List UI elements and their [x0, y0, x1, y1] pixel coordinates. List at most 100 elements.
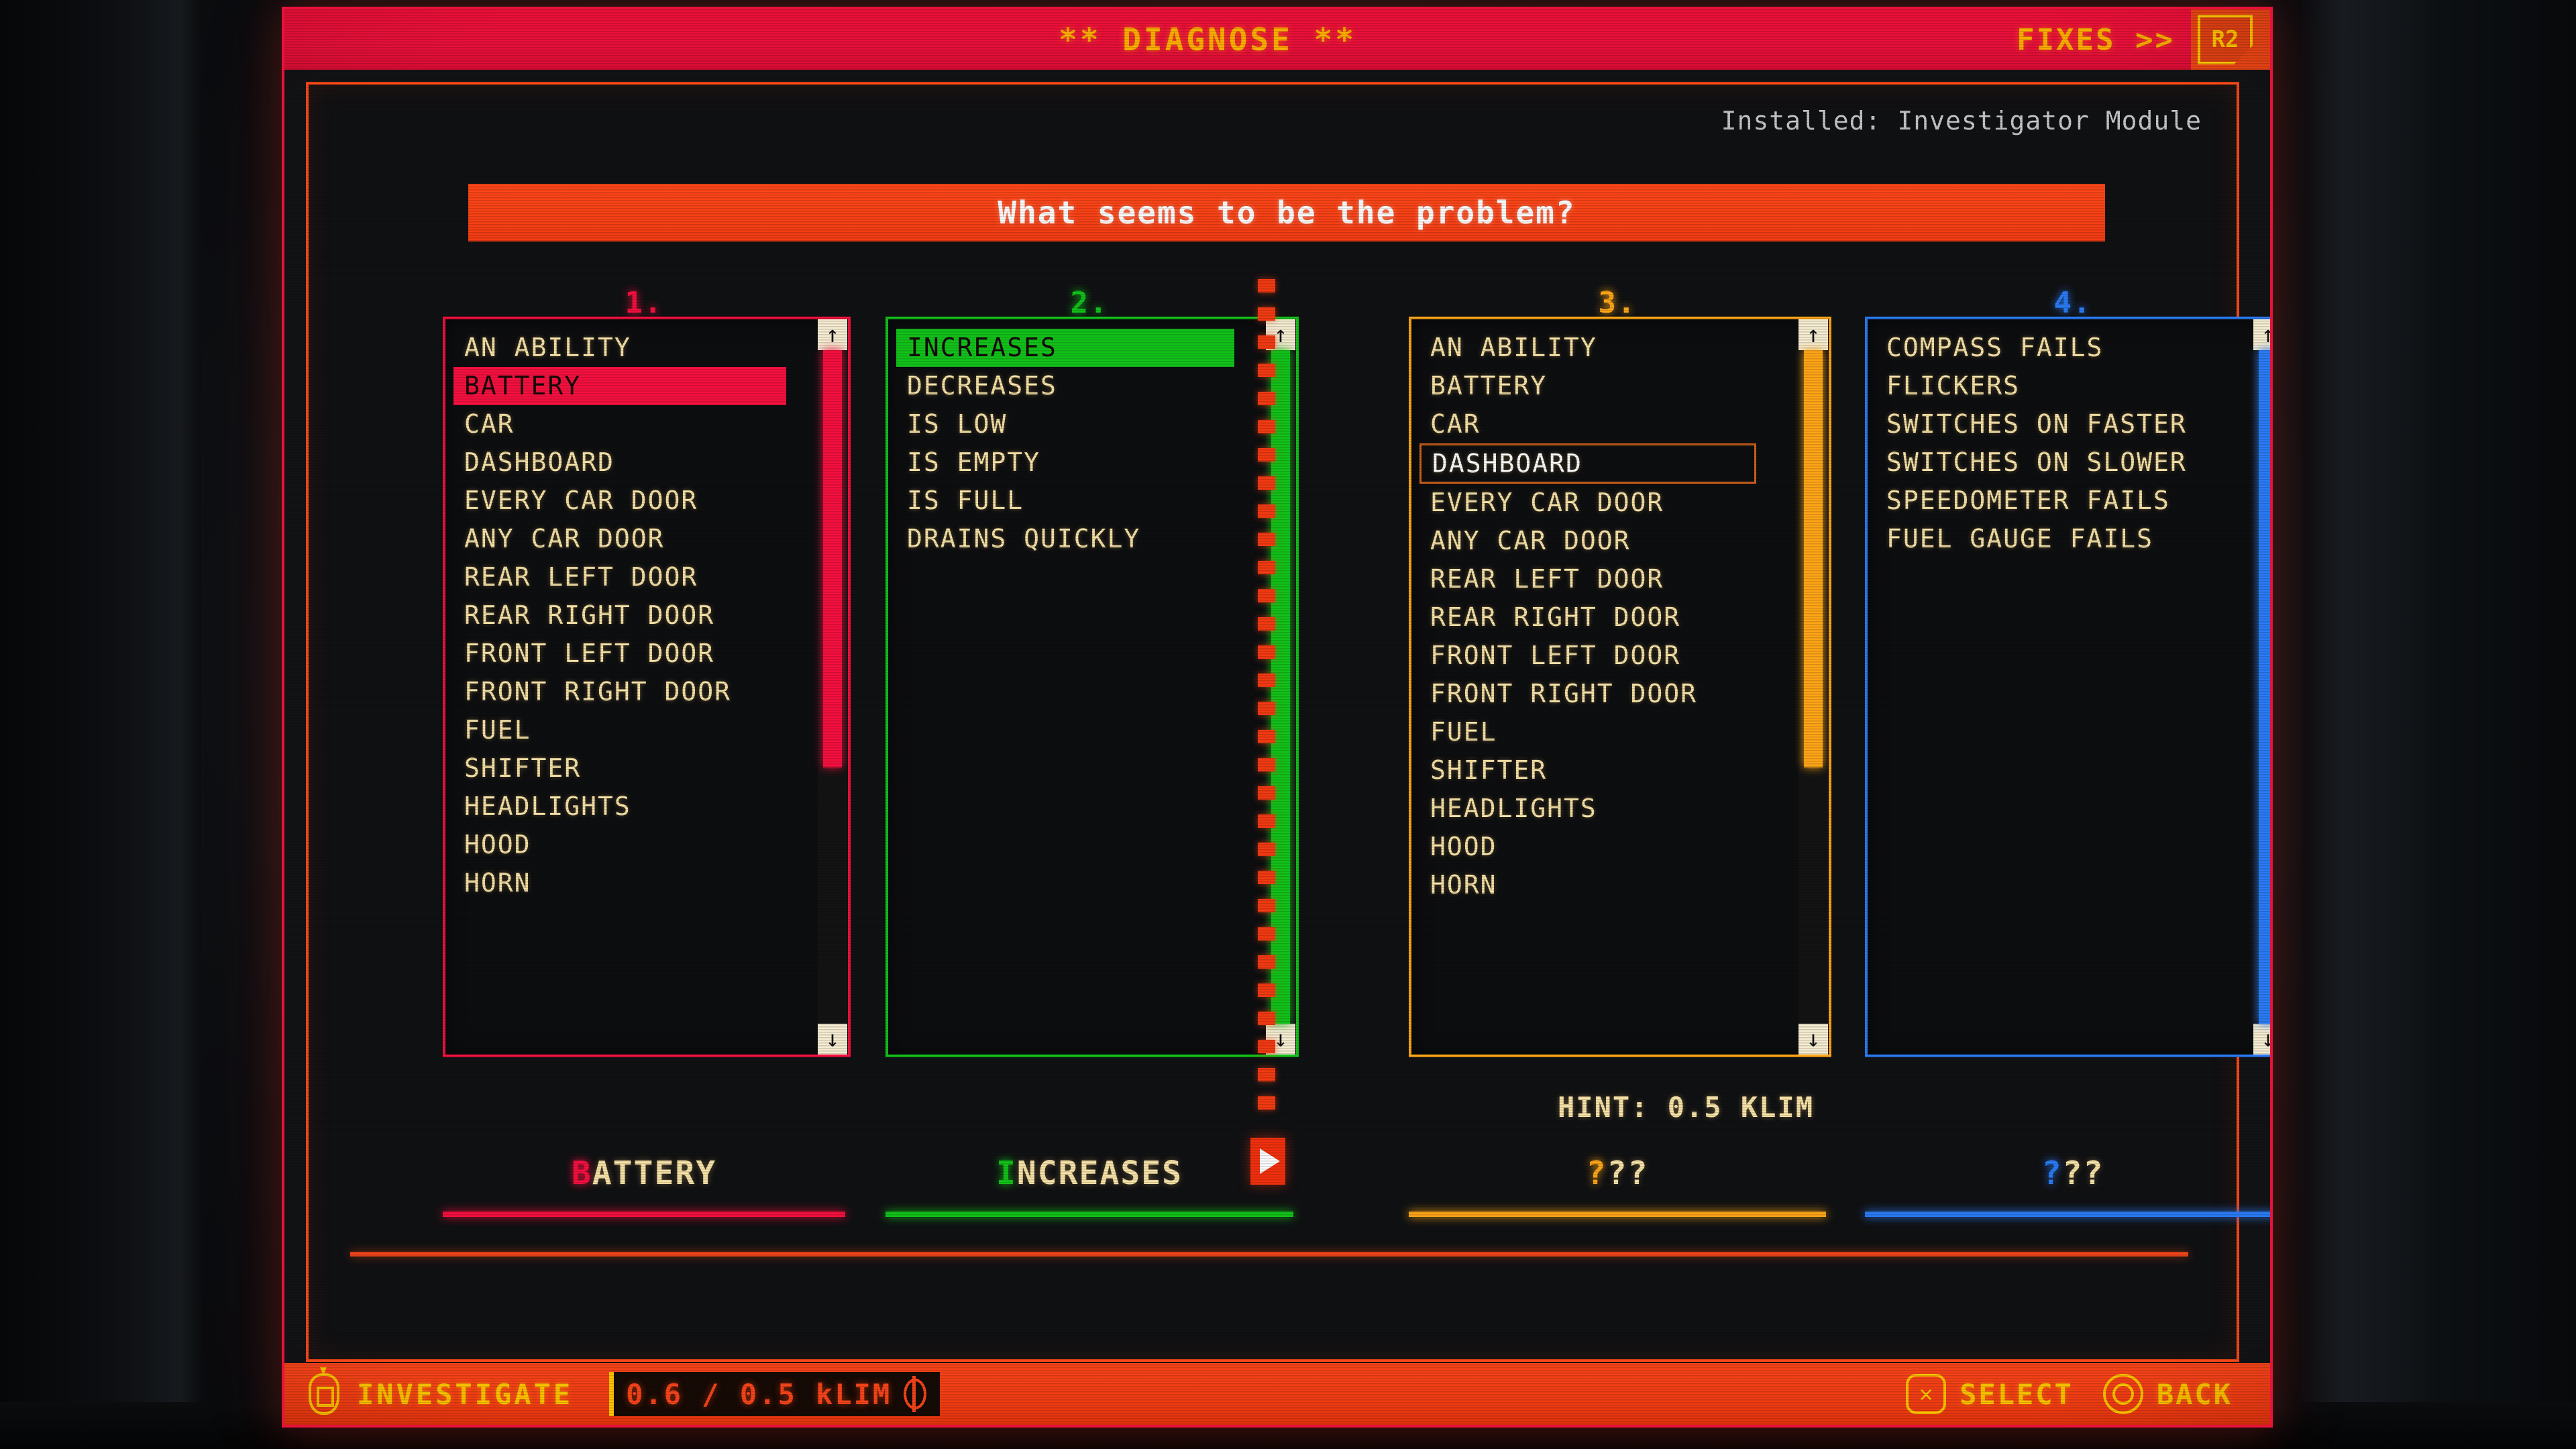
list-item[interactable]: IS EMPTY [903, 443, 1265, 482]
scroll-up-icon[interactable]: ↑ [818, 319, 847, 350]
scrollbar[interactable]: ↑↓ [1798, 319, 1829, 1055]
list-item[interactable]: FUEL [1426, 713, 1798, 751]
list-item[interactable]: SWITCHES ON FASTER [1882, 405, 2253, 443]
back-action[interactable]: BACK [2102, 1374, 2233, 1414]
scrollbar-track[interactable] [818, 350, 847, 1024]
list-item[interactable]: HOOD [1426, 828, 1798, 866]
scroll-down-icon[interactable]: ↓ [1799, 1024, 1828, 1055]
r2-key-badge[interactable]: R2 [2198, 15, 2253, 64]
dotted-divider [1258, 279, 1275, 1118]
option-list: AN ABILITY BATTERY CAR DASHBOARD EVERY CAR D… [445, 319, 817, 1055]
scrollbar[interactable]: ↑↓ [2253, 319, 2270, 1055]
divider-dot [1258, 420, 1275, 433]
list-item[interactable]: REAR RIGHT DOOR [1426, 598, 1798, 637]
list-item[interactable]: HORN [460, 864, 817, 902]
list-item[interactable]: REAR LEFT DOOR [1426, 560, 1798, 598]
list-item[interactable]: DRAINS QUICKLY [903, 520, 1265, 558]
divider-dot [1258, 1068, 1275, 1081]
answer-text: BATTERY [443, 1144, 845, 1202]
currency-readout: 0.6 / 0.5 kLIM [609, 1372, 941, 1416]
scroll-up-icon[interactable]: ↑ [2253, 319, 2270, 350]
answer-underline [1409, 1212, 1826, 1217]
divider-dot [1258, 674, 1275, 687]
list-item[interactable]: DASHBOARD [460, 443, 817, 482]
question-banner: What seems to be the problem? [468, 184, 2105, 241]
scrollbar-track[interactable] [2253, 350, 2270, 1024]
list-item[interactable]: EVERY CAR DOOR [460, 482, 817, 520]
list-item[interactable]: HEADLIGHTS [1426, 790, 1798, 828]
divider-dot [1258, 476, 1275, 490]
list-item[interactable]: FRONT RIGHT DOOR [1426, 675, 1798, 713]
fixes-label[interactable]: FIXES >> [2017, 23, 2191, 57]
investigate-label: INVESTIGATE [357, 1377, 574, 1411]
list-item[interactable]: CAR [1426, 405, 1798, 443]
column-listbox-2[interactable]: INCREASES DECREASES IS LOW IS EMPTY IS FULL D… [885, 317, 1299, 1057]
list-item[interactable]: DECREASES [903, 367, 1265, 405]
list-item[interactable]: FRONT LEFT DOOR [460, 635, 817, 673]
r2-button-pad[interactable]: R2 [2191, 9, 2270, 70]
list-item[interactable]: HEADLIGHTS [460, 788, 817, 826]
list-item[interactable]: FUEL GAUGE FAILS [1882, 520, 2253, 558]
divider-dot [1258, 335, 1275, 349]
main-panel: Installed: Investigator Module What seem… [306, 82, 2270, 1362]
list-item[interactable]: SWITCHES ON SLOWER [1882, 443, 2253, 482]
fixes-nav[interactable]: FIXES >> R2 [2017, 9, 2270, 70]
list-item[interactable]: ANY CAR DOOR [1426, 522, 1798, 560]
divider-dot [1258, 617, 1275, 631]
answer-underline [443, 1212, 845, 1217]
divider-dot [1258, 730, 1275, 743]
scroll-down-icon[interactable]: ↓ [2253, 1024, 2270, 1055]
back-label[interactable]: BACK [2157, 1378, 2233, 1411]
column-listbox-1[interactable]: AN ABILITY BATTERY CAR DASHBOARD EVERY CAR D… [443, 317, 851, 1057]
answer-slot-4[interactable]: ??? [1865, 1144, 2270, 1217]
list-item[interactable]: FLICKERS [1882, 367, 2253, 405]
list-item[interactable]: BATTERY [1426, 367, 1798, 405]
list-item-selected[interactable]: INCREASES [896, 329, 1234, 367]
divider-dot [1258, 843, 1275, 856]
divider-dot [1258, 702, 1275, 715]
list-item[interactable]: HOOD [460, 826, 817, 864]
column-number-4: 4. [2053, 286, 2092, 320]
divider-dot [1258, 899, 1275, 912]
list-item[interactable]: IS FULL [903, 482, 1265, 520]
option-list: COMPASS FAILS FLICKERS SWITCHES ON FASTER S… [1868, 319, 2253, 1055]
list-item[interactable]: FRONT RIGHT DOOR [460, 673, 817, 711]
answer-slot-1[interactable]: BATTERY [443, 1144, 845, 1217]
scroll-up-icon[interactable]: ↑ [1799, 319, 1828, 350]
list-item[interactable]: AN ABILITY [1426, 329, 1798, 367]
answer-slot-3[interactable]: ??? [1409, 1144, 1826, 1217]
scrollbar-thumb[interactable] [823, 350, 842, 768]
scrollbar[interactable]: ↑↓ [817, 319, 848, 1055]
select-label[interactable]: SELECT [1960, 1378, 2074, 1411]
select-action[interactable]: ✕ SELECT [1906, 1374, 2074, 1414]
list-item[interactable]: EVERY CAR DOOR [1426, 484, 1798, 522]
list-item-selected[interactable]: BATTERY [453, 367, 786, 405]
list-item[interactable]: SHIFTER [1426, 751, 1798, 790]
column-listbox-3[interactable]: AN ABILITY BATTERY CAR DASHBOARD EVERY CAR D… [1409, 317, 1831, 1057]
scrollbar-thumb[interactable] [2259, 350, 2270, 1024]
list-item[interactable]: IS LOW [903, 405, 1265, 443]
column-listbox-4[interactable]: COMPASS FAILS FLICKERS SWITCHES ON FASTER S… [1865, 317, 2270, 1057]
list-item[interactable]: FRONT LEFT DOOR [1426, 637, 1798, 675]
scrollbar-track[interactable] [1799, 350, 1828, 1024]
divider-dot [1258, 504, 1275, 518]
divider-dot [1258, 561, 1275, 574]
answer-initial: B [571, 1155, 592, 1192]
list-item[interactable]: HORN [1426, 866, 1798, 904]
divider-dot [1258, 645, 1275, 659]
list-item[interactable]: REAR LEFT DOOR [460, 558, 817, 596]
list-item[interactable]: ANY CAR DOOR [460, 520, 817, 558]
column-number-1: 1. [625, 286, 663, 320]
list-item[interactable]: CAR [460, 405, 817, 443]
list-item[interactable]: SHIFTER [460, 749, 817, 788]
answer-slot-2[interactable]: INCREASES [885, 1144, 1293, 1217]
scroll-down-icon[interactable]: ↓ [818, 1024, 847, 1055]
list-item[interactable]: SPEEDOMETER FAILS [1882, 482, 2253, 520]
list-item-selected[interactable]: DASHBOARD [1419, 443, 1756, 484]
panel-divider-rule [350, 1252, 2188, 1256]
list-item[interactable]: REAR RIGHT DOOR [460, 596, 817, 635]
list-item[interactable]: COMPASS FAILS [1882, 329, 2253, 367]
list-item[interactable]: FUEL [460, 711, 817, 749]
scrollbar-thumb[interactable] [1804, 350, 1823, 768]
list-item[interactable]: AN ABILITY [460, 329, 817, 367]
